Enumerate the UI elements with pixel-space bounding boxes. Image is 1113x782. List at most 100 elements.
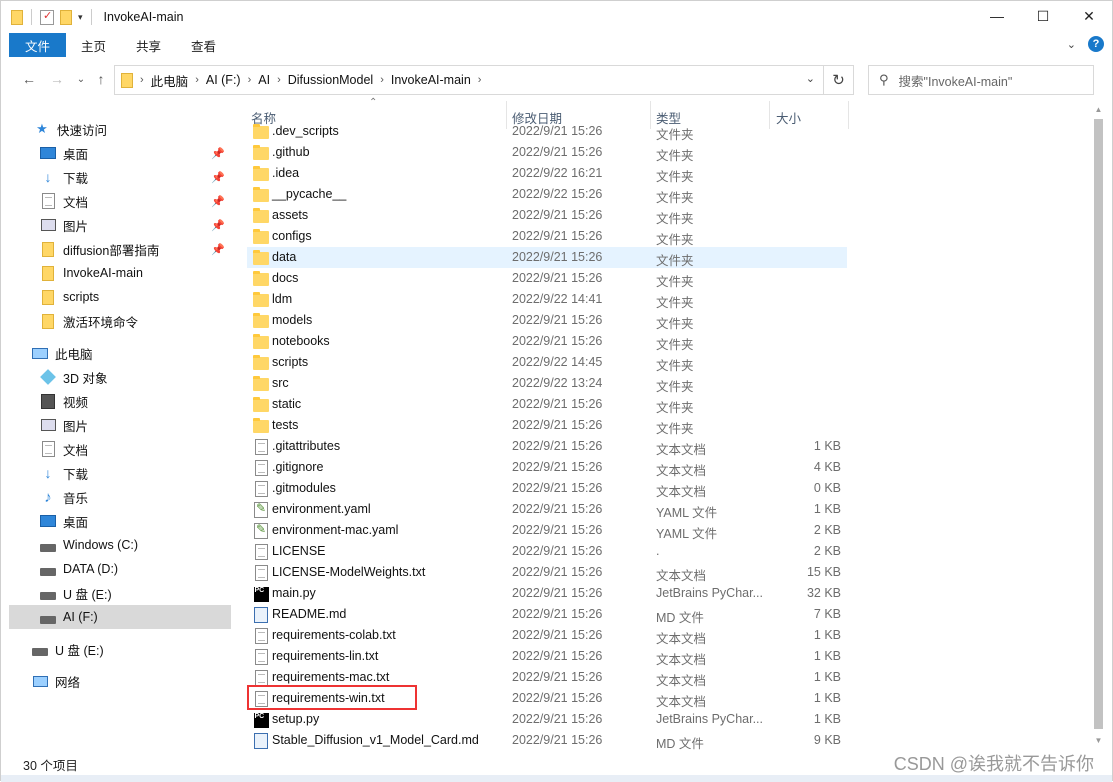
file-row[interactable]: ldm 2022/9/22 14:41 文件夹 — [247, 289, 847, 310]
file-row[interactable]: LICENSE-ModelWeights.txt 2022/9/21 15:26 文… — [247, 562, 847, 583]
file-date: 2022/9/21 15:26 — [512, 418, 603, 432]
breadcrumb-ai[interactable]: AI — [254, 73, 274, 87]
sidebar-item-label: 快速访问 — [57, 123, 108, 138]
sidebar-item-quick-access[interactable]: ★ 快速访问 — [33, 117, 231, 141]
pin-icon[interactable]: 📌 — [211, 243, 225, 256]
pin-icon[interactable]: 📌 — [211, 171, 225, 184]
file-row[interactable]: notebooks 2022/9/21 15:26 文件夹 — [247, 331, 847, 352]
file-row[interactable]: tests 2022/9/21 15:26 文件夹 — [247, 415, 847, 436]
file-row[interactable]: requirements-colab.txt 2022/9/21 15:26 文本文… — [247, 625, 847, 646]
breadcrumb-invokeai[interactable]: InvokeAI-main — [387, 73, 475, 87]
file-row[interactable]: environment.yaml 2022/9/21 15:26 YAML 文件 1 … — [247, 499, 847, 520]
chevron-right-icon[interactable]: › — [192, 74, 202, 86]
chevron-right-icon[interactable]: › — [245, 74, 255, 86]
sidebar-item-pictures[interactable]: 图片 📌 — [9, 213, 231, 237]
sidebar-item-this-pc[interactable]: 此电脑 — [9, 341, 231, 365]
breadcrumb-this-pc[interactable]: 此电脑 — [147, 71, 193, 90]
sidebar-item-downloads[interactable]: ↓ 下载 📌 — [9, 165, 231, 189]
file-row[interactable]: docs 2022/9/21 15:26 文件夹 — [247, 268, 847, 289]
sidebar-item-documents[interactable]: 文档 📌 — [9, 189, 231, 213]
file-row[interactable]: __pycache__ 2022/9/22 15:26 文件夹 — [247, 184, 847, 205]
sidebar-item-pc-desktop[interactable]: 桌面 — [9, 509, 231, 533]
up-arrow-icon[interactable]: ↑ — [91, 69, 111, 89]
file-row[interactable]: .gitignore 2022/9/21 15:26 文本文档 4 KB — [247, 457, 847, 478]
sidebar-item-pc-pictures[interactable]: 图片 — [9, 413, 231, 437]
sidebar-item-drive-e[interactable]: U 盘 (E:) — [9, 581, 231, 605]
sidebar-item-3d-objects[interactable]: 3D 对象 — [9, 365, 231, 389]
scrollbar-thumb[interactable] — [1094, 119, 1103, 729]
sidebar-item-drive-d[interactable]: DATA (D:) — [9, 557, 231, 581]
file-row[interactable]: environment-mac.yaml 2022/9/21 15:26 YAML … — [247, 520, 847, 541]
column-divider[interactable] — [848, 101, 849, 129]
sidebar-item-network[interactable]: 网络 — [9, 669, 231, 693]
sidebar-item-music[interactable]: ♪ 音乐 — [9, 485, 231, 509]
maximize-button[interactable]: ☐ — [1020, 1, 1066, 31]
file-row[interactable]: PC setup.py 2022/9/21 15:26 JetBrains PyCha… — [247, 709, 847, 730]
chevron-right-icon[interactable]: › — [137, 74, 147, 86]
forward-arrow-icon[interactable]: → — [47, 69, 67, 89]
file-row[interactable]: data 2022/9/21 15:26 文件夹 — [247, 247, 847, 268]
chevron-right-icon[interactable]: › — [274, 74, 284, 86]
file-row[interactable]: Stable_Diffusion_v1_Model_Card.md 2022/9/… — [247, 730, 847, 751]
file-row[interactable]: requirements-win.txt 2022/9/21 15:26 文本文档 1… — [247, 685, 847, 710]
sidebar-item-invokeai[interactable]: InvokeAI-main — [9, 261, 231, 285]
vertical-scrollbar[interactable]: ▲ ▼ — [1090, 101, 1107, 749]
file-row[interactable]: configs 2022/9/21 15:26 文件夹 — [247, 226, 847, 247]
chevron-right-icon[interactable]: › — [377, 74, 387, 86]
sidebar-item-videos[interactable]: 视频 — [9, 389, 231, 413]
refresh-button[interactable]: ↻ — [823, 66, 853, 94]
file-row[interactable]: .gitattributes 2022/9/21 15:26 文本文档 1 KB — [247, 436, 847, 457]
sidebar-item-pc-downloads[interactable]: ↓ 下载 — [9, 461, 231, 485]
pin-icon[interactable]: 📌 — [211, 219, 225, 232]
breadcrumb-difussionmodel[interactable]: DifussionModel — [284, 73, 377, 87]
file-row[interactable]: .gitmodules 2022/9/21 15:26 文本文档 0 KB — [247, 478, 847, 499]
file-row[interactable]: src 2022/9/22 13:24 文件夹 — [247, 373, 847, 394]
address-bar[interactable]: › 此电脑 › AI (F:) › AI › DifussionModel › … — [114, 65, 854, 95]
sidebar-item-pc-documents[interactable]: 文档 — [9, 437, 231, 461]
sidebar-item-desktop[interactable]: 桌面 📌 — [9, 141, 231, 165]
file-row[interactable]: static 2022/9/21 15:26 文件夹 — [247, 394, 847, 415]
sidebar-item-diffusion-guide[interactable]: diffusion部署指南 📌 — [9, 237, 231, 261]
file-type: 文件夹 — [656, 170, 694, 184]
sidebar-item-usb[interactable]: U 盘 (E:) — [9, 637, 231, 661]
customize-toolbar-icon[interactable]: ▾ — [78, 12, 83, 23]
file-row[interactable]: .dev_scripts 2022/9/21 15:26 文件夹 — [247, 121, 847, 142]
sort-ascending-icon: ⌃ — [369, 97, 378, 108]
file-name: requirements-win.txt — [272, 691, 385, 705]
back-arrow-icon[interactable]: ← — [19, 69, 39, 89]
file-row[interactable]: scripts 2022/9/22 14:45 文件夹 — [247, 352, 847, 373]
chevron-down-icon[interactable]: ⌄ — [1067, 38, 1076, 51]
pin-icon[interactable]: 📌 — [211, 147, 225, 160]
pin-icon[interactable]: 📌 — [211, 195, 225, 208]
file-row[interactable]: requirements-lin.txt 2022/9/21 15:26 文本文档 1… — [247, 646, 847, 667]
file-row[interactable]: assets 2022/9/21 15:26 文件夹 — [247, 205, 847, 226]
recent-locations-icon[interactable]: ⌄ — [71, 69, 91, 89]
file-row[interactable]: PC main.py 2022/9/21 15:26 JetBrains PyChar… — [247, 583, 847, 604]
scroll-up-icon[interactable]: ▲ — [1090, 101, 1107, 118]
properties-icon[interactable]: ✓ — [40, 9, 54, 25]
file-row[interactable]: models 2022/9/21 15:26 文件夹 — [247, 310, 847, 331]
new-folder-icon[interactable] — [60, 9, 72, 25]
sidebar-item-drive-c[interactable]: Windows (C:) — [9, 533, 231, 557]
minimize-button[interactable]: — — [974, 1, 1020, 31]
tab-home[interactable]: 主页 — [66, 33, 121, 57]
chevron-down-icon[interactable]: ⌄ — [806, 72, 815, 85]
file-row[interactable]: .github 2022/9/21 15:26 文件夹 — [247, 142, 847, 163]
search-input[interactable]: ⚲ 搜索"InvokeAI-main" — [868, 65, 1094, 95]
scroll-down-icon[interactable]: ▼ — [1090, 732, 1107, 749]
tab-view[interactable]: 查看 — [176, 33, 231, 57]
help-icon[interactable]: ? — [1088, 36, 1104, 52]
chevron-right-icon[interactable]: › — [475, 74, 485, 86]
file-row[interactable]: LICENSE 2022/9/21 15:26. 2 KB — [247, 541, 847, 562]
breadcrumb-drive[interactable]: AI (F:) — [202, 73, 245, 87]
quick-access-toolbar: ✓ ▾ — [11, 9, 94, 25]
file-row[interactable]: .idea 2022/9/22 16:21 文件夹 — [247, 163, 847, 184]
file-row[interactable]: README.md 2022/9/21 15:26 MD 文件 7 KB — [247, 604, 847, 625]
close-button[interactable]: ✕ — [1066, 1, 1112, 31]
tab-share[interactable]: 共享 — [121, 33, 176, 57]
sidebar-item-drive-f[interactable]: AI (F:) — [9, 605, 231, 629]
sidebar-item-scripts[interactable]: scripts — [9, 285, 231, 309]
tab-file[interactable]: 文件 — [9, 33, 67, 57]
folder-icon[interactable] — [11, 9, 23, 25]
sidebar-item-activate-env[interactable]: 激活环境命令 — [9, 309, 231, 333]
